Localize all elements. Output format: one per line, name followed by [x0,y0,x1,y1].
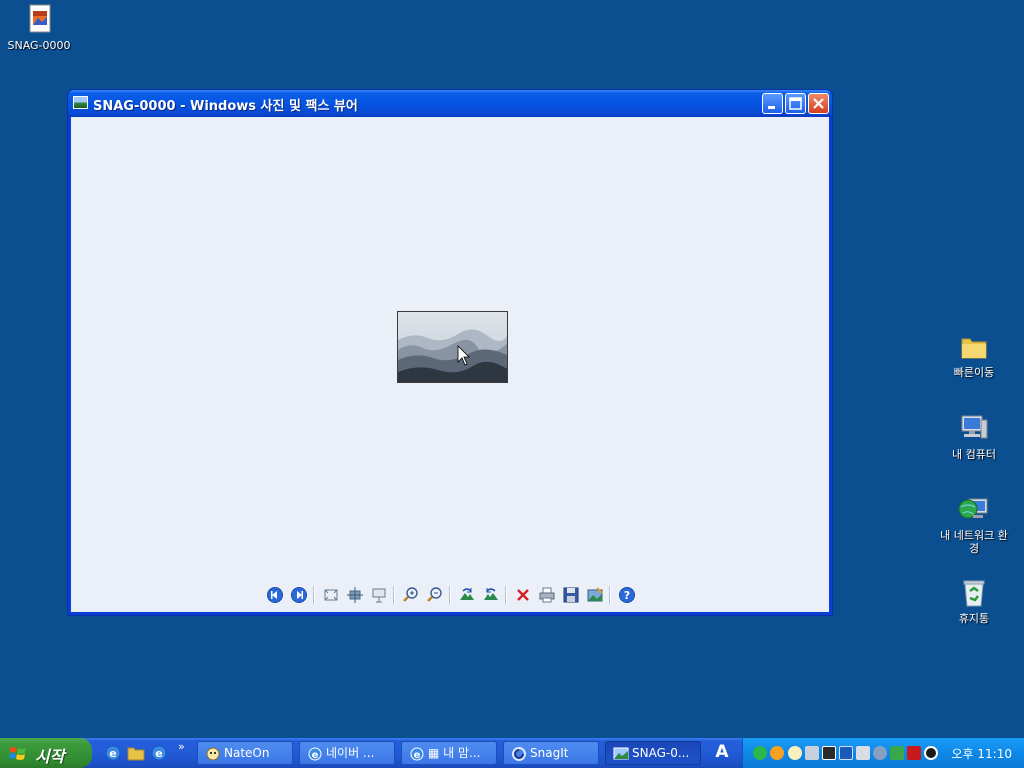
task-button-naver[interactable]: e 네이버 ... [299,741,395,765]
orange-circle-icon[interactable] [770,746,784,760]
title-bar[interactable]: SNAG-0000 - Windows 사진 및 팩스 뷰어 [68,90,832,117]
task-label: SnagIt [530,746,569,760]
ati-icon[interactable] [907,746,921,760]
next-image-icon[interactable] [289,585,309,605]
zoom-in-icon[interactable] [401,585,421,605]
previous-image-icon[interactable] [265,585,285,605]
start-label: 시작 [35,747,65,766]
clock[interactable]: 오후 11:10 [952,745,1012,762]
zoom-out-icon[interactable] [425,585,445,605]
system-tray: 오후 11:10 [742,738,1024,768]
maximize-icon [789,97,802,110]
photo-viewer-window: SNAG-0000 - Windows 사진 및 팩스 뷰어 ? [67,89,833,616]
network-icon[interactable] [805,746,819,760]
windows-logo-icon [9,745,27,762]
svg-text:e: e [155,747,162,760]
taskbar: 시작 e e » NateOn e 네이버 ... e ▦ 내 맘... Sna… [0,738,1024,768]
task-button-snagit[interactable]: SnagIt [503,741,599,765]
language-bar[interactable]: A [711,742,733,764]
picture-viewer-icon [613,746,629,761]
rotate-counterclockwise-icon[interactable] [481,585,501,605]
image-display-area: ? [71,117,829,612]
monitor-icon[interactable] [822,746,836,760]
task-label: SNAG-0... [632,746,690,760]
best-fit-icon[interactable] [321,585,341,605]
desktop-icon-label: 내 네트워크 환경 [940,529,1008,555]
close-button[interactable] [808,93,829,114]
task-label: 네이버 ... [326,746,375,760]
speaker-icon[interactable] [873,746,887,760]
ie-icon: e [409,746,425,761]
shield-icon[interactable] [839,746,853,760]
minimize-icon [768,106,775,109]
svg-text:e: e [414,750,421,761]
svg-text:?: ? [624,589,630,602]
ie-icon: e [307,746,323,761]
network-globe-icon [957,493,991,527]
device-icon[interactable] [856,746,870,760]
help-icon[interactable]: ? [617,585,637,605]
displayed-image [397,311,508,383]
task-button-nateon[interactable]: NateOn [197,741,293,765]
delete-icon[interactable] [513,585,533,605]
print-icon[interactable] [537,585,557,605]
folder-icon[interactable] [127,744,145,762]
maximize-button[interactable] [785,93,806,114]
desktop-icon-label: 빠른이동 [953,366,995,379]
update-icon[interactable] [890,746,904,760]
desktop-icon-network[interactable]: 내 네트워크 환경 [936,493,1012,555]
task-button-snag-viewer[interactable]: SNAG-0... [605,741,701,765]
ie-icon[interactable]: e [104,744,122,762]
desktop-icon-label: SNAG-0000 [7,39,71,52]
task-button-my-mind[interactable]: e ▦ 내 맘... [401,741,497,765]
window-title: SNAG-0000 - Windows 사진 및 팩스 뷰어 [93,99,358,114]
task-label: NateOn [224,746,270,760]
actual-size-icon[interactable] [345,585,365,605]
desktop-icon-my-computer[interactable]: 내 컴퓨터 [936,412,1012,461]
folder-icon [957,330,991,364]
nateon-icon [205,746,221,761]
desktop-icon-snag[interactable]: SNAG-0000 [1,3,77,52]
minimize-button[interactable] [762,93,783,114]
edit-image-icon[interactable] [585,585,605,605]
close-icon [813,98,824,109]
desktop-icon-quick-move[interactable]: 빠른이동 [936,330,1012,379]
rotate-clockwise-icon[interactable] [457,585,477,605]
svg-text:e: e [109,747,116,760]
slide-show-icon[interactable] [369,585,389,605]
media-icon[interactable] [924,746,938,760]
image-file-icon [22,3,56,37]
desktop-icon-recycle-bin[interactable]: 휴지통 [936,576,1012,625]
start-button[interactable]: 시작 [0,738,92,768]
chat-icon[interactable] [788,746,802,760]
recycle-bin-icon [957,576,991,610]
quick-launch-chevron-icon[interactable]: » [178,740,185,753]
desktop-icon-label: 휴지통 [958,612,990,625]
ie-icon[interactable]: e [150,744,168,762]
task-label: ▦ 내 맘... [428,746,481,760]
computer-icon [957,412,991,446]
desktop-icon-label: 내 컴퓨터 [952,448,996,461]
snagit-icon [511,746,527,761]
picture-viewer-icon [73,96,88,109]
svg-text:e: e [312,750,319,761]
save-copy-icon[interactable] [561,585,581,605]
green-circle-icon[interactable] [753,746,767,760]
